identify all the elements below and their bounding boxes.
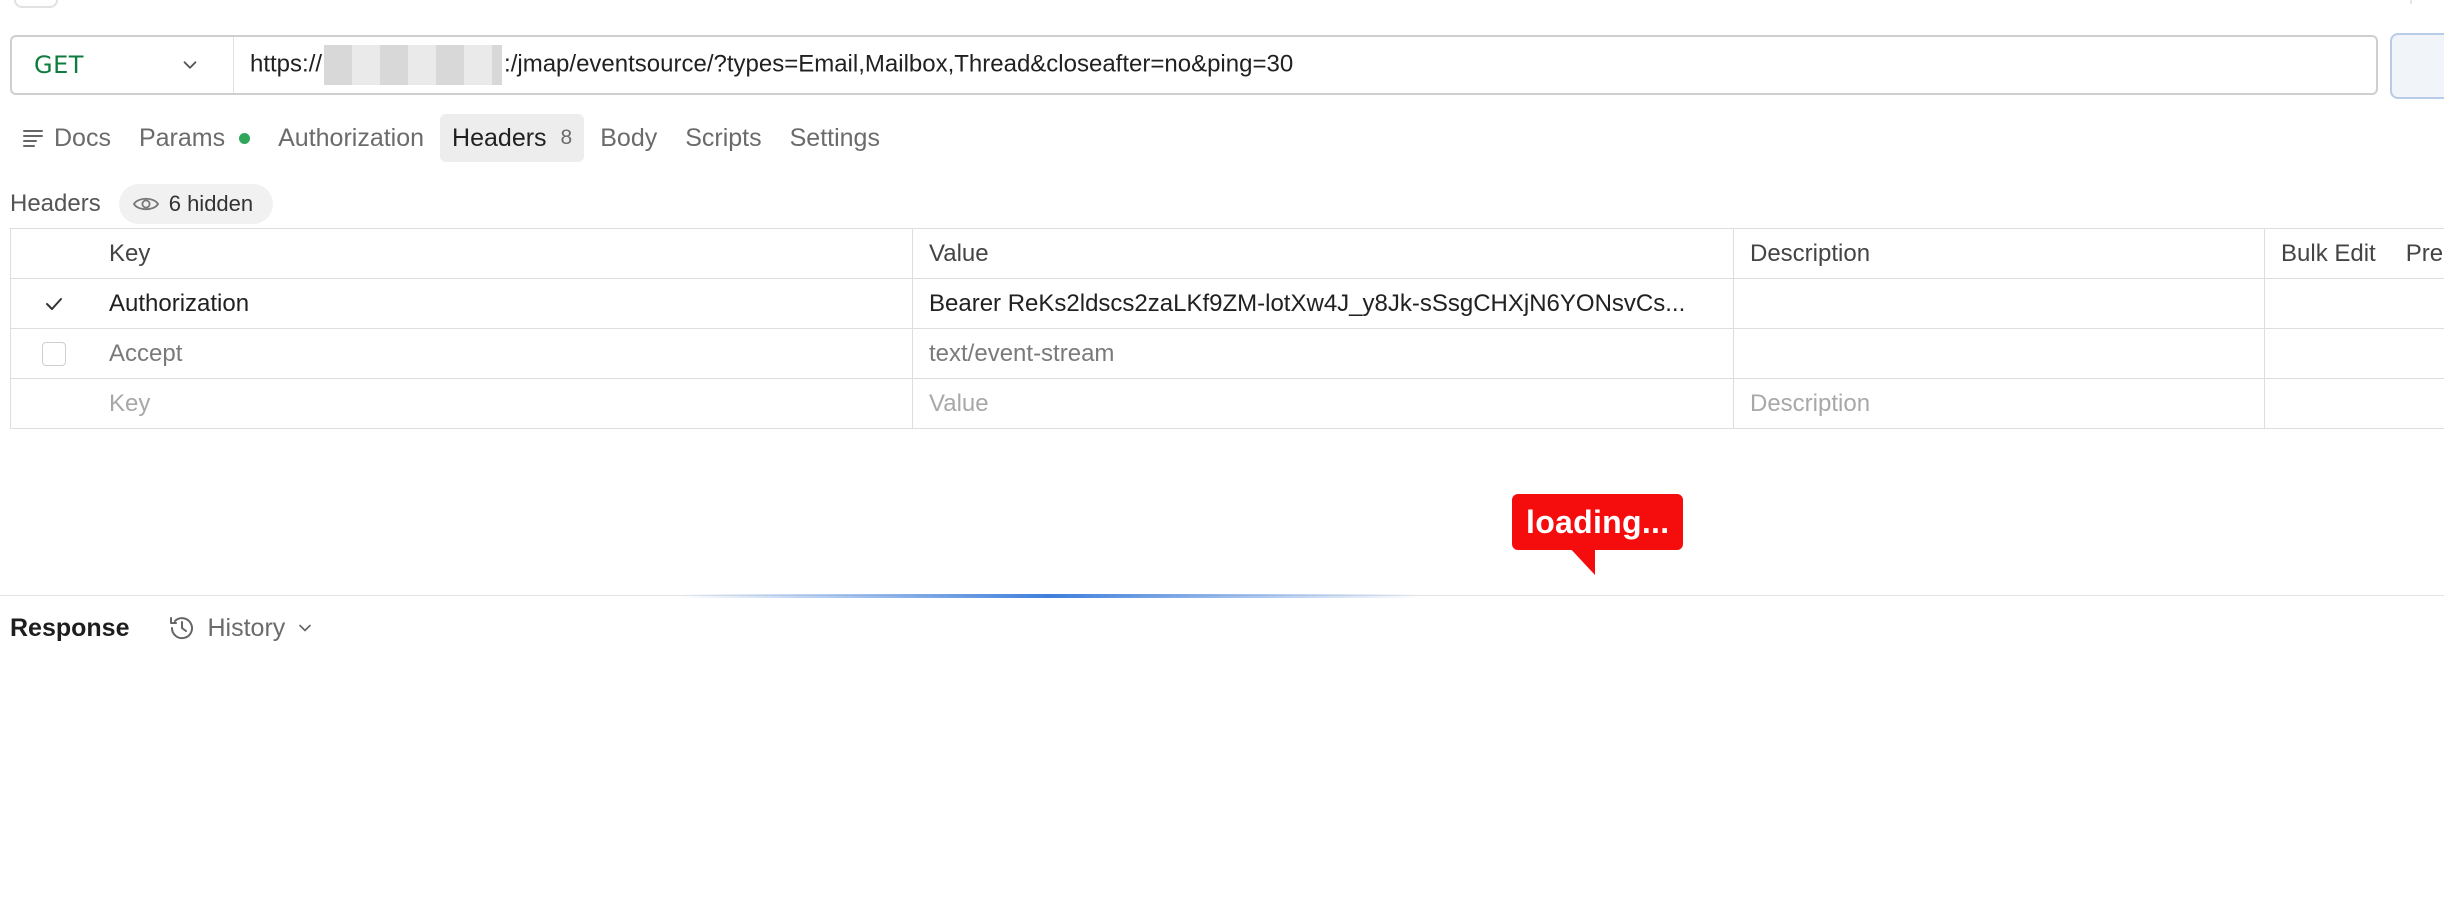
presets-button[interactable]: Pre (2406, 240, 2443, 268)
tab-scripts[interactable]: Scripts (673, 114, 773, 162)
table-row-placeholder: Key Value Description (11, 379, 2444, 429)
url-prefix: https:// (250, 50, 323, 78)
send-button[interactable] (2390, 33, 2444, 99)
tab-label: Scripts (685, 123, 762, 152)
method-label: GET (34, 51, 84, 79)
row-checkbox[interactable] (42, 341, 66, 366)
hidden-headers-label: 6 hidden (168, 191, 254, 216)
loading-progress-bar (680, 594, 1420, 598)
row-key[interactable]: Accept (97, 329, 913, 378)
method-select[interactable]: GET (12, 37, 234, 93)
toolbar-button-edge[interactable] (14, 0, 58, 8)
tab-docs[interactable]: Docs (10, 114, 123, 162)
hidden-headers-toggle[interactable]: 6 hidden (118, 184, 274, 224)
header-check-column (11, 229, 97, 278)
eye-icon (132, 195, 159, 213)
redacted-host (324, 45, 503, 85)
url-suffix: :/jmap/eventsource/?types=Email,Mailbox,… (504, 50, 1294, 78)
headers-section-title: Headers (10, 190, 101, 217)
tab-settings[interactable]: Settings (778, 114, 892, 162)
row-value[interactable]: Bearer ReKs2ldscs2zaLKf9ZM-lotXw4J_y8Jk-… (913, 279, 1734, 328)
app-root: GET https:// :/jmap/eventsource/?types=Em… (0, 0, 2444, 924)
tab-label: Headers (452, 123, 547, 152)
row-checkbox-cell (11, 279, 97, 328)
tab-label: Params (138, 123, 226, 152)
row-description[interactable] (1734, 329, 2265, 378)
tab-label: Authorization (278, 123, 425, 152)
table-row: Accept text/event-stream (11, 329, 2444, 379)
tab-headers[interactable]: Headers 8 (440, 114, 585, 162)
new-description-input[interactable]: Description (1734, 379, 2265, 428)
toolbar-edge (2410, 0, 2444, 4)
row-checkbox[interactable] (42, 292, 66, 316)
params-active-dot (239, 132, 251, 144)
table-header-row: Key Value Description Bulk Edit Pre (11, 229, 2444, 279)
history-dropdown[interactable]: History (167, 613, 315, 643)
headers-section-header: Headers 6 hidden (10, 182, 274, 226)
table-row: Authorization Bearer ReKs2ldscs2zaLKf9ZM… (11, 279, 2444, 329)
request-tabs: Docs Params Authorization Headers 8 Body… (10, 112, 892, 164)
row-extra (2265, 379, 2444, 428)
row-checkbox-cell (11, 379, 97, 428)
docs-icon (22, 127, 44, 149)
tab-body[interactable]: Body (588, 114, 669, 162)
url-input[interactable]: https:// :/jmap/eventsource/?types=Email,… (234, 45, 2376, 85)
column-header-key: Key (97, 229, 913, 278)
row-value[interactable]: text/event-stream (913, 329, 1734, 378)
headers-count-badge: 8 (560, 126, 573, 149)
response-title: Response (10, 613, 130, 642)
history-label: History (207, 613, 286, 642)
tab-authorization[interactable]: Authorization (266, 114, 436, 162)
new-value-input[interactable]: Value (913, 379, 1734, 428)
loading-tooltip: loading... (1512, 494, 1684, 550)
chevron-down-icon (183, 61, 197, 69)
chevron-down-icon (299, 624, 312, 632)
row-checkbox-cell (11, 329, 97, 378)
column-header-value: Value (913, 229, 1734, 278)
checkmark-icon (46, 297, 62, 310)
row-key[interactable]: Authorization (97, 279, 913, 328)
row-extra (2265, 279, 2444, 328)
column-header-description: Description (1734, 229, 2265, 278)
headers-table: Key Value Description Bulk Edit Pre Auth… (10, 228, 2444, 429)
tab-label: Settings (789, 123, 880, 152)
row-value-text: Bearer ReKs2ldscs2zaLKf9ZM-lotXw4J_y8Jk-… (929, 289, 1686, 317)
bulk-edit-button[interactable]: Bulk Edit (2281, 240, 2376, 268)
response-header: Response History (10, 606, 315, 650)
tab-params[interactable]: Params (127, 114, 262, 162)
history-icon (170, 617, 194, 640)
row-description[interactable] (1734, 279, 2265, 328)
row-extra (2265, 329, 2444, 378)
tab-label: Body (600, 123, 658, 152)
new-key-input[interactable]: Key (97, 379, 913, 428)
tab-label: Docs (54, 123, 111, 152)
table-actions: Bulk Edit Pre (2265, 229, 2444, 278)
request-url-bar: GET https:// :/jmap/eventsource/?types=Em… (10, 35, 2378, 95)
